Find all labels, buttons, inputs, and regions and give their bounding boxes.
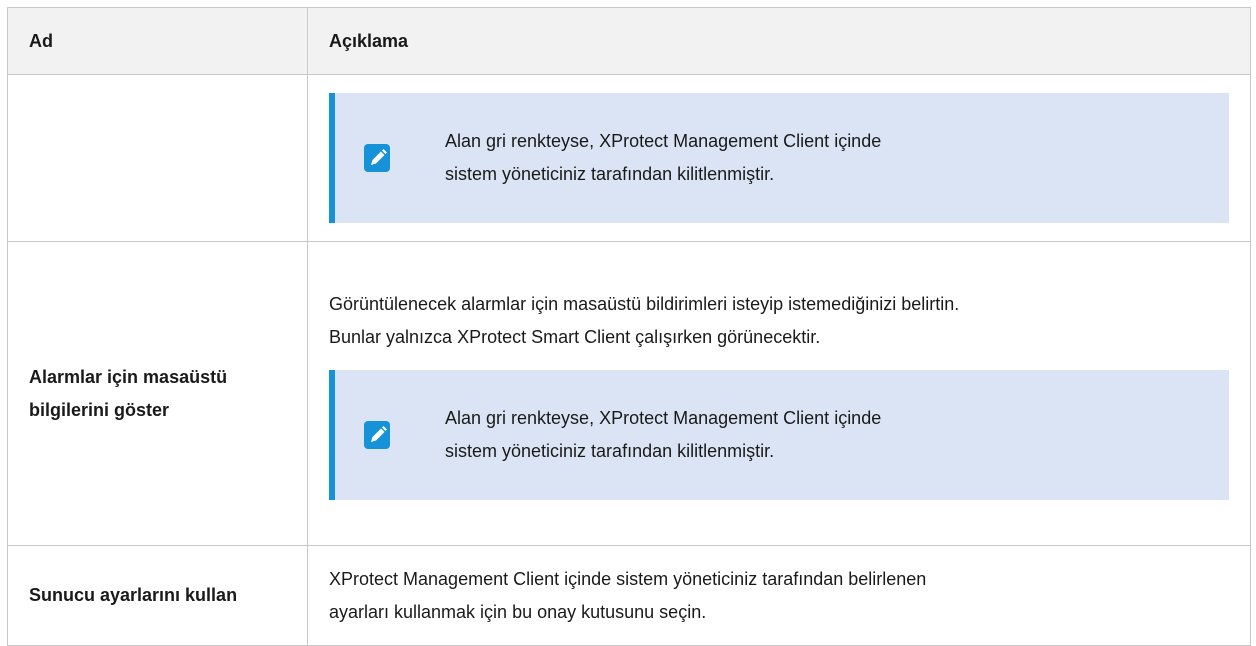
setting-description: Alan gri renkteyse, XProtect Management … xyxy=(307,74,1251,242)
setting-name xyxy=(7,74,308,242)
pencil-edit-icon xyxy=(364,420,390,449)
settings-table: Ad Açıklama Alan gri renkteyse, XProtect… xyxy=(7,7,1251,646)
description-line: XProtect Management Client içinde sistem… xyxy=(329,568,927,589)
setting-description: XProtect Management Client içinde sistem… xyxy=(307,545,1251,646)
note-line: sistem yöneticiniz tarafından kilitlenmi… xyxy=(445,440,775,461)
note-text: Alan gri renkteyse, XProtect Management … xyxy=(445,125,881,191)
setting-name: Sunucu ayarlarını kullan xyxy=(7,545,308,646)
setting-name: Alarmlar için masaüstü bilgilerini göste… xyxy=(7,241,308,546)
table-row: Alarmlar için masaüstü bilgilerini göste… xyxy=(7,241,1251,546)
description-line: ayarları kullanmak için bu onay kutusunu… xyxy=(329,601,707,622)
note-text: Alan gri renkteyse, XProtect Management … xyxy=(445,402,881,468)
setting-description: Görüntülenecek alarmlar için masaüstü bi… xyxy=(307,241,1251,546)
description-line: Bunlar yalnızca XProtect Smart Client ça… xyxy=(329,326,821,347)
note-callout: Alan gri renkteyse, XProtect Management … xyxy=(329,93,1229,223)
column-header-description: Açıklama xyxy=(307,7,1251,75)
table-row: Alan gri renkteyse, XProtect Management … xyxy=(7,74,1251,242)
table-row: Sunucu ayarlarını kullan XProtect Manage… xyxy=(7,545,1251,646)
note-callout: Alan gri renkteyse, XProtect Management … xyxy=(329,369,1229,500)
pencil-edit-icon xyxy=(364,144,390,172)
description-line: Görüntülenecek alarmlar için masaüstü bi… xyxy=(329,293,960,314)
note-line: Alan gri renkteyse, XProtect Management … xyxy=(445,407,882,428)
column-header-name: Ad xyxy=(7,7,308,75)
table-header-row: Ad Açıklama xyxy=(7,7,1251,75)
note-line: sistem yöneticiniz tarafından kilitlenmi… xyxy=(445,164,775,184)
note-line: Alan gri renkteyse, XProtect Management … xyxy=(445,131,882,151)
